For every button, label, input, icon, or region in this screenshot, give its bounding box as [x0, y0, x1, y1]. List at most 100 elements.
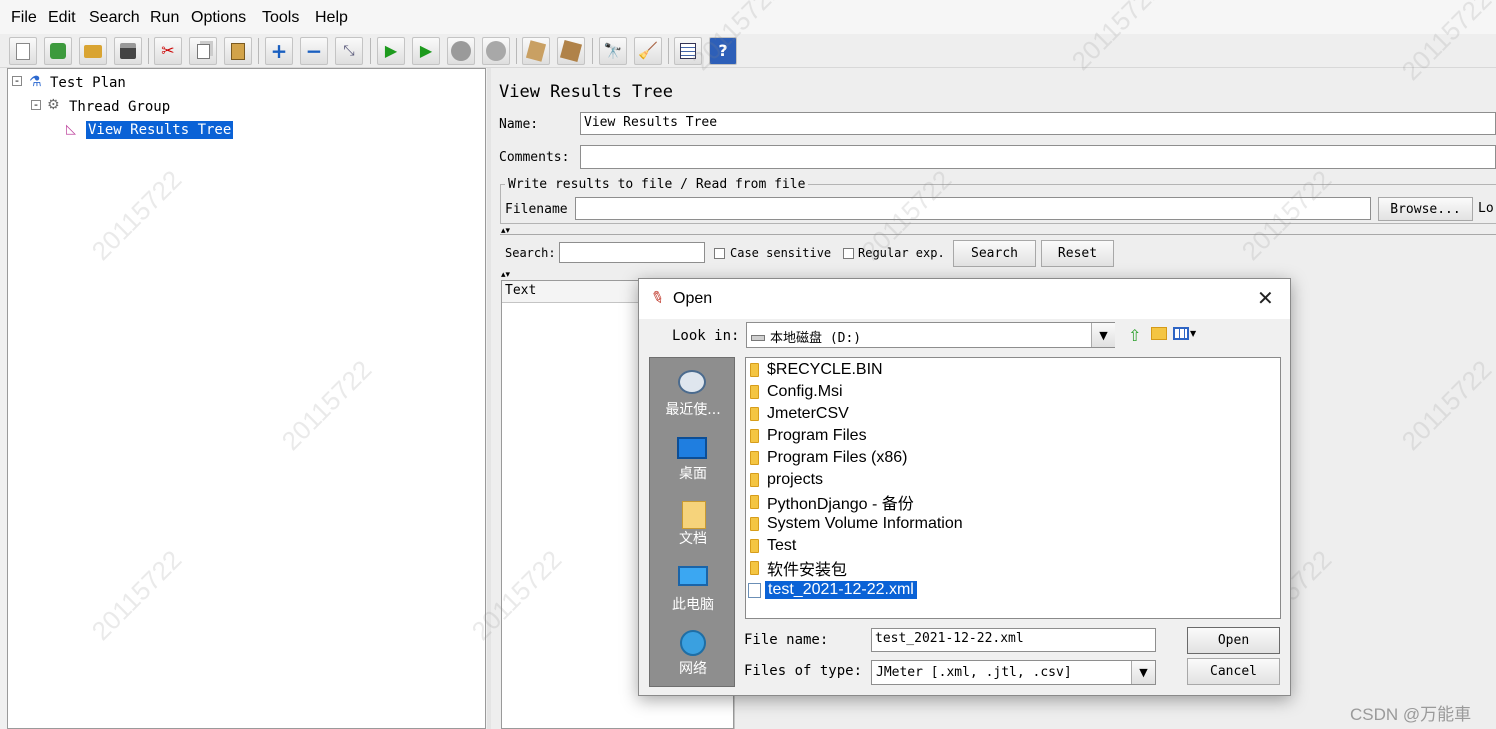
folder-icon — [750, 561, 759, 575]
chevron-down-icon[interactable]: ▼ — [1091, 323, 1115, 347]
collapse-toggle-icon[interactable]: - — [12, 75, 22, 86]
list-item[interactable]: JmeterCSV — [750, 404, 849, 424]
list-item[interactable]: projects — [750, 470, 823, 490]
browse-button[interactable]: Browse... — [1378, 197, 1473, 221]
paste-icon[interactable] — [224, 37, 252, 65]
look-in-select[interactable]: 本地磁盘 (D:) ▼ — [746, 322, 1115, 348]
tree-item-thread-group[interactable]: Thread Group — [69, 99, 170, 115]
collapse-toggle-icon[interactable]: - — [31, 99, 41, 110]
computer-icon[interactable] — [678, 566, 708, 586]
file-name-input[interactable]: test_2021-12-22.xml — [871, 628, 1156, 652]
folder-icon — [750, 385, 759, 399]
cancel-button[interactable]: Cancel — [1187, 658, 1280, 685]
list-item[interactable]: Config.Msi — [750, 382, 843, 402]
desktop-icon[interactable] — [677, 437, 707, 459]
place-desktop[interactable]: 桌面 — [650, 463, 736, 483]
file-name-label: File name: — [744, 632, 829, 648]
menu-file[interactable]: File — [11, 9, 37, 27]
clear-all-icon[interactable] — [557, 37, 585, 65]
list-item[interactable]: System Volume Information — [750, 514, 963, 534]
shutdown-icon[interactable] — [482, 37, 510, 65]
place-this-pc[interactable]: 此电脑 — [650, 594, 736, 614]
chevron-down-icon[interactable]: ▼ — [1131, 661, 1155, 684]
list-item-selected[interactable]: test_2021-12-22.xml — [748, 580, 917, 600]
clear-icon[interactable] — [522, 37, 550, 65]
files-of-type-label: Files of type: — [744, 663, 863, 679]
recent-icon[interactable] — [678, 370, 706, 394]
panel-title: View Results Tree — [499, 82, 673, 102]
filename-label: Filename — [505, 202, 568, 217]
log-display-label: Lo — [1478, 201, 1494, 216]
menu-search[interactable]: Search — [89, 9, 140, 27]
name-field[interactable]: View Results Tree — [580, 112, 1496, 135]
folder-icon — [750, 363, 759, 377]
look-in-value: 本地磁盘 (D:) — [770, 331, 862, 346]
search-input[interactable] — [559, 242, 705, 263]
expand-icon[interactable]: + — [265, 37, 293, 65]
tree-item-view-results-tree[interactable]: View Results Tree — [86, 121, 234, 139]
templates-icon[interactable] — [44, 37, 72, 65]
file-list: $RECYCLE.BIN Config.Msi JmeterCSV Progra… — [745, 357, 1281, 619]
tree-item-test-plan[interactable]: Test Plan — [50, 75, 126, 91]
filename-field[interactable] — [575, 197, 1371, 220]
test-plan-icon: ⚗ — [29, 74, 42, 90]
up-folder-icon[interactable]: ⇧ — [1128, 326, 1141, 345]
menu-options[interactable]: Options — [191, 9, 246, 27]
menu-edit[interactable]: Edit — [48, 9, 76, 27]
help-icon[interactable]: ? — [709, 37, 737, 65]
folder-icon — [750, 451, 759, 465]
feather-icon: ✎ — [648, 286, 668, 309]
menu-help[interactable]: Help — [315, 9, 348, 27]
look-in-label: Look in: — [672, 328, 740, 344]
documents-icon[interactable] — [682, 501, 706, 529]
case-sensitive-checkbox[interactable] — [714, 248, 725, 259]
files-of-type-select[interactable]: JMeter [.xml, .jtl, .csv] ▼ — [871, 660, 1156, 685]
network-icon[interactable] — [680, 630, 706, 656]
open-button[interactable]: Open — [1187, 627, 1280, 654]
save-icon[interactable] — [114, 37, 142, 65]
function-helper-icon[interactable] — [674, 37, 702, 65]
search-button[interactable]: Search — [953, 240, 1036, 267]
reset-search-icon[interactable]: 🧹 — [634, 37, 662, 65]
folder-icon — [750, 539, 759, 553]
case-sensitive-label: Case sensitive — [730, 246, 832, 260]
folder-icon — [750, 407, 759, 421]
place-network[interactable]: 网络 — [650, 658, 736, 678]
file-group-label: Write results to file / Read from file — [505, 177, 809, 192]
list-item[interactable]: 软件安装包 — [750, 558, 847, 579]
stop-icon[interactable] — [447, 37, 475, 65]
open-icon[interactable] — [79, 37, 107, 65]
csdn-credit: CSDN @万能車 — [1350, 705, 1472, 724]
menu-tools[interactable]: Tools — [262, 9, 299, 27]
list-item[interactable]: Program Files (x86) — [750, 448, 907, 468]
new-icon[interactable] — [9, 37, 37, 65]
close-icon[interactable]: ✕ — [1257, 286, 1274, 310]
list-item[interactable]: Program Files — [750, 426, 867, 446]
place-recent[interactable]: 最近使... — [650, 399, 736, 419]
dialog-title-bar[interactable]: ✎ Open ✕ — [639, 279, 1290, 319]
folder-icon — [750, 473, 759, 487]
toggle-icon[interactable]: ⤡ — [335, 37, 363, 65]
cut-icon[interactable]: ✂ — [154, 37, 182, 65]
list-item[interactable]: $RECYCLE.BIN — [750, 360, 883, 380]
start-icon[interactable]: ▶ — [377, 37, 405, 65]
reset-button[interactable]: Reset — [1041, 240, 1114, 267]
xml-file-icon — [748, 582, 761, 598]
place-documents[interactable]: 文档 — [650, 528, 736, 548]
menu-run[interactable]: Run — [150, 9, 179, 27]
folder-icon — [750, 429, 759, 443]
view-menu-icon[interactable] — [1173, 327, 1189, 340]
list-item[interactable]: Test — [750, 536, 796, 556]
test-plan-tree: - ⚗ Test Plan - ⚙ Thread Group ◺ View Re… — [7, 68, 486, 729]
chevron-down-icon[interactable]: ▼ — [1190, 329, 1196, 338]
copy-icon[interactable] — [189, 37, 217, 65]
start-no-pause-icon[interactable]: ▶ — [412, 37, 440, 65]
list-item[interactable]: PythonDjango - 备份 — [750, 492, 914, 513]
name-label: Name: — [499, 117, 539, 132]
comments-field[interactable] — [580, 145, 1496, 169]
regular-exp-checkbox[interactable] — [843, 248, 854, 259]
collapse-icon[interactable]: − — [300, 37, 328, 65]
new-folder-icon[interactable] — [1151, 327, 1167, 340]
splitter-arrows-icon[interactable]: ▴▾ — [501, 270, 510, 280]
search-icon[interactable]: 🔭 — [599, 37, 627, 65]
